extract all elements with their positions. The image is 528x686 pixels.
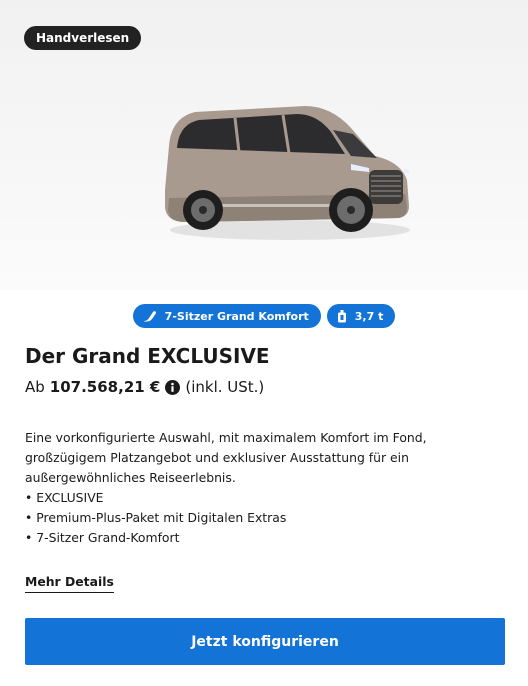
- info-icon: [165, 379, 181, 395]
- vehicle-hero: Handverlesen: [0, 0, 528, 290]
- description-line: großzügigem Platzangebot und exklusiver …: [25, 450, 409, 465]
- seat-icon: [143, 311, 156, 322]
- weight-chip: 3,7 t: [326, 304, 396, 328]
- configure-button[interactable]: Jetzt konfigurieren: [25, 618, 505, 665]
- price-vat-note: (inkl. USt.): [185, 378, 265, 396]
- feature-list: EXCLUSIVE Premium-Plus-Paket mit Digital…: [25, 488, 505, 548]
- feature-list-item: EXCLUSIVE: [25, 488, 505, 508]
- description: Eine vorkonfigurierte Auswahl, mit maxim…: [25, 428, 505, 548]
- feature-list-item: 7-Sitzer Grand-Komfort: [25, 528, 505, 548]
- feature-list-item: Premium-Plus-Paket mit Digitalen Extras: [25, 508, 505, 528]
- price-amount: 107.568,21 €: [49, 378, 161, 396]
- description-line: Eine vorkonfigurierte Auswahl, mit maxim…: [25, 430, 427, 445]
- more-details-link[interactable]: Mehr Details: [25, 574, 114, 593]
- description-line: außergewöhnliches Reiseerlebnis.: [25, 470, 236, 485]
- vehicle-offer-card: Handverlesen 7-Sitzer Grand Komfort 3,7 …: [0, 0, 528, 686]
- weight-icon: [337, 309, 346, 322]
- price-line: Ab 107.568,21 € (inkl. USt.): [25, 378, 264, 396]
- price-info-button[interactable]: [165, 379, 181, 395]
- feature-chips: 7-Sitzer Grand Komfort 3,7 t: [0, 304, 528, 328]
- weight-chip-label: 3,7 t: [354, 309, 384, 323]
- van-image: [165, 106, 410, 240]
- seat-chip-label: 7-Sitzer Grand Komfort: [164, 309, 309, 323]
- product-title: Der Grand EXCLUSIVE: [25, 344, 270, 368]
- seat-chip: 7-Sitzer Grand Komfort: [132, 304, 321, 328]
- handpicked-badge: Handverlesen: [24, 26, 142, 50]
- price-prefix: Ab: [25, 378, 45, 396]
